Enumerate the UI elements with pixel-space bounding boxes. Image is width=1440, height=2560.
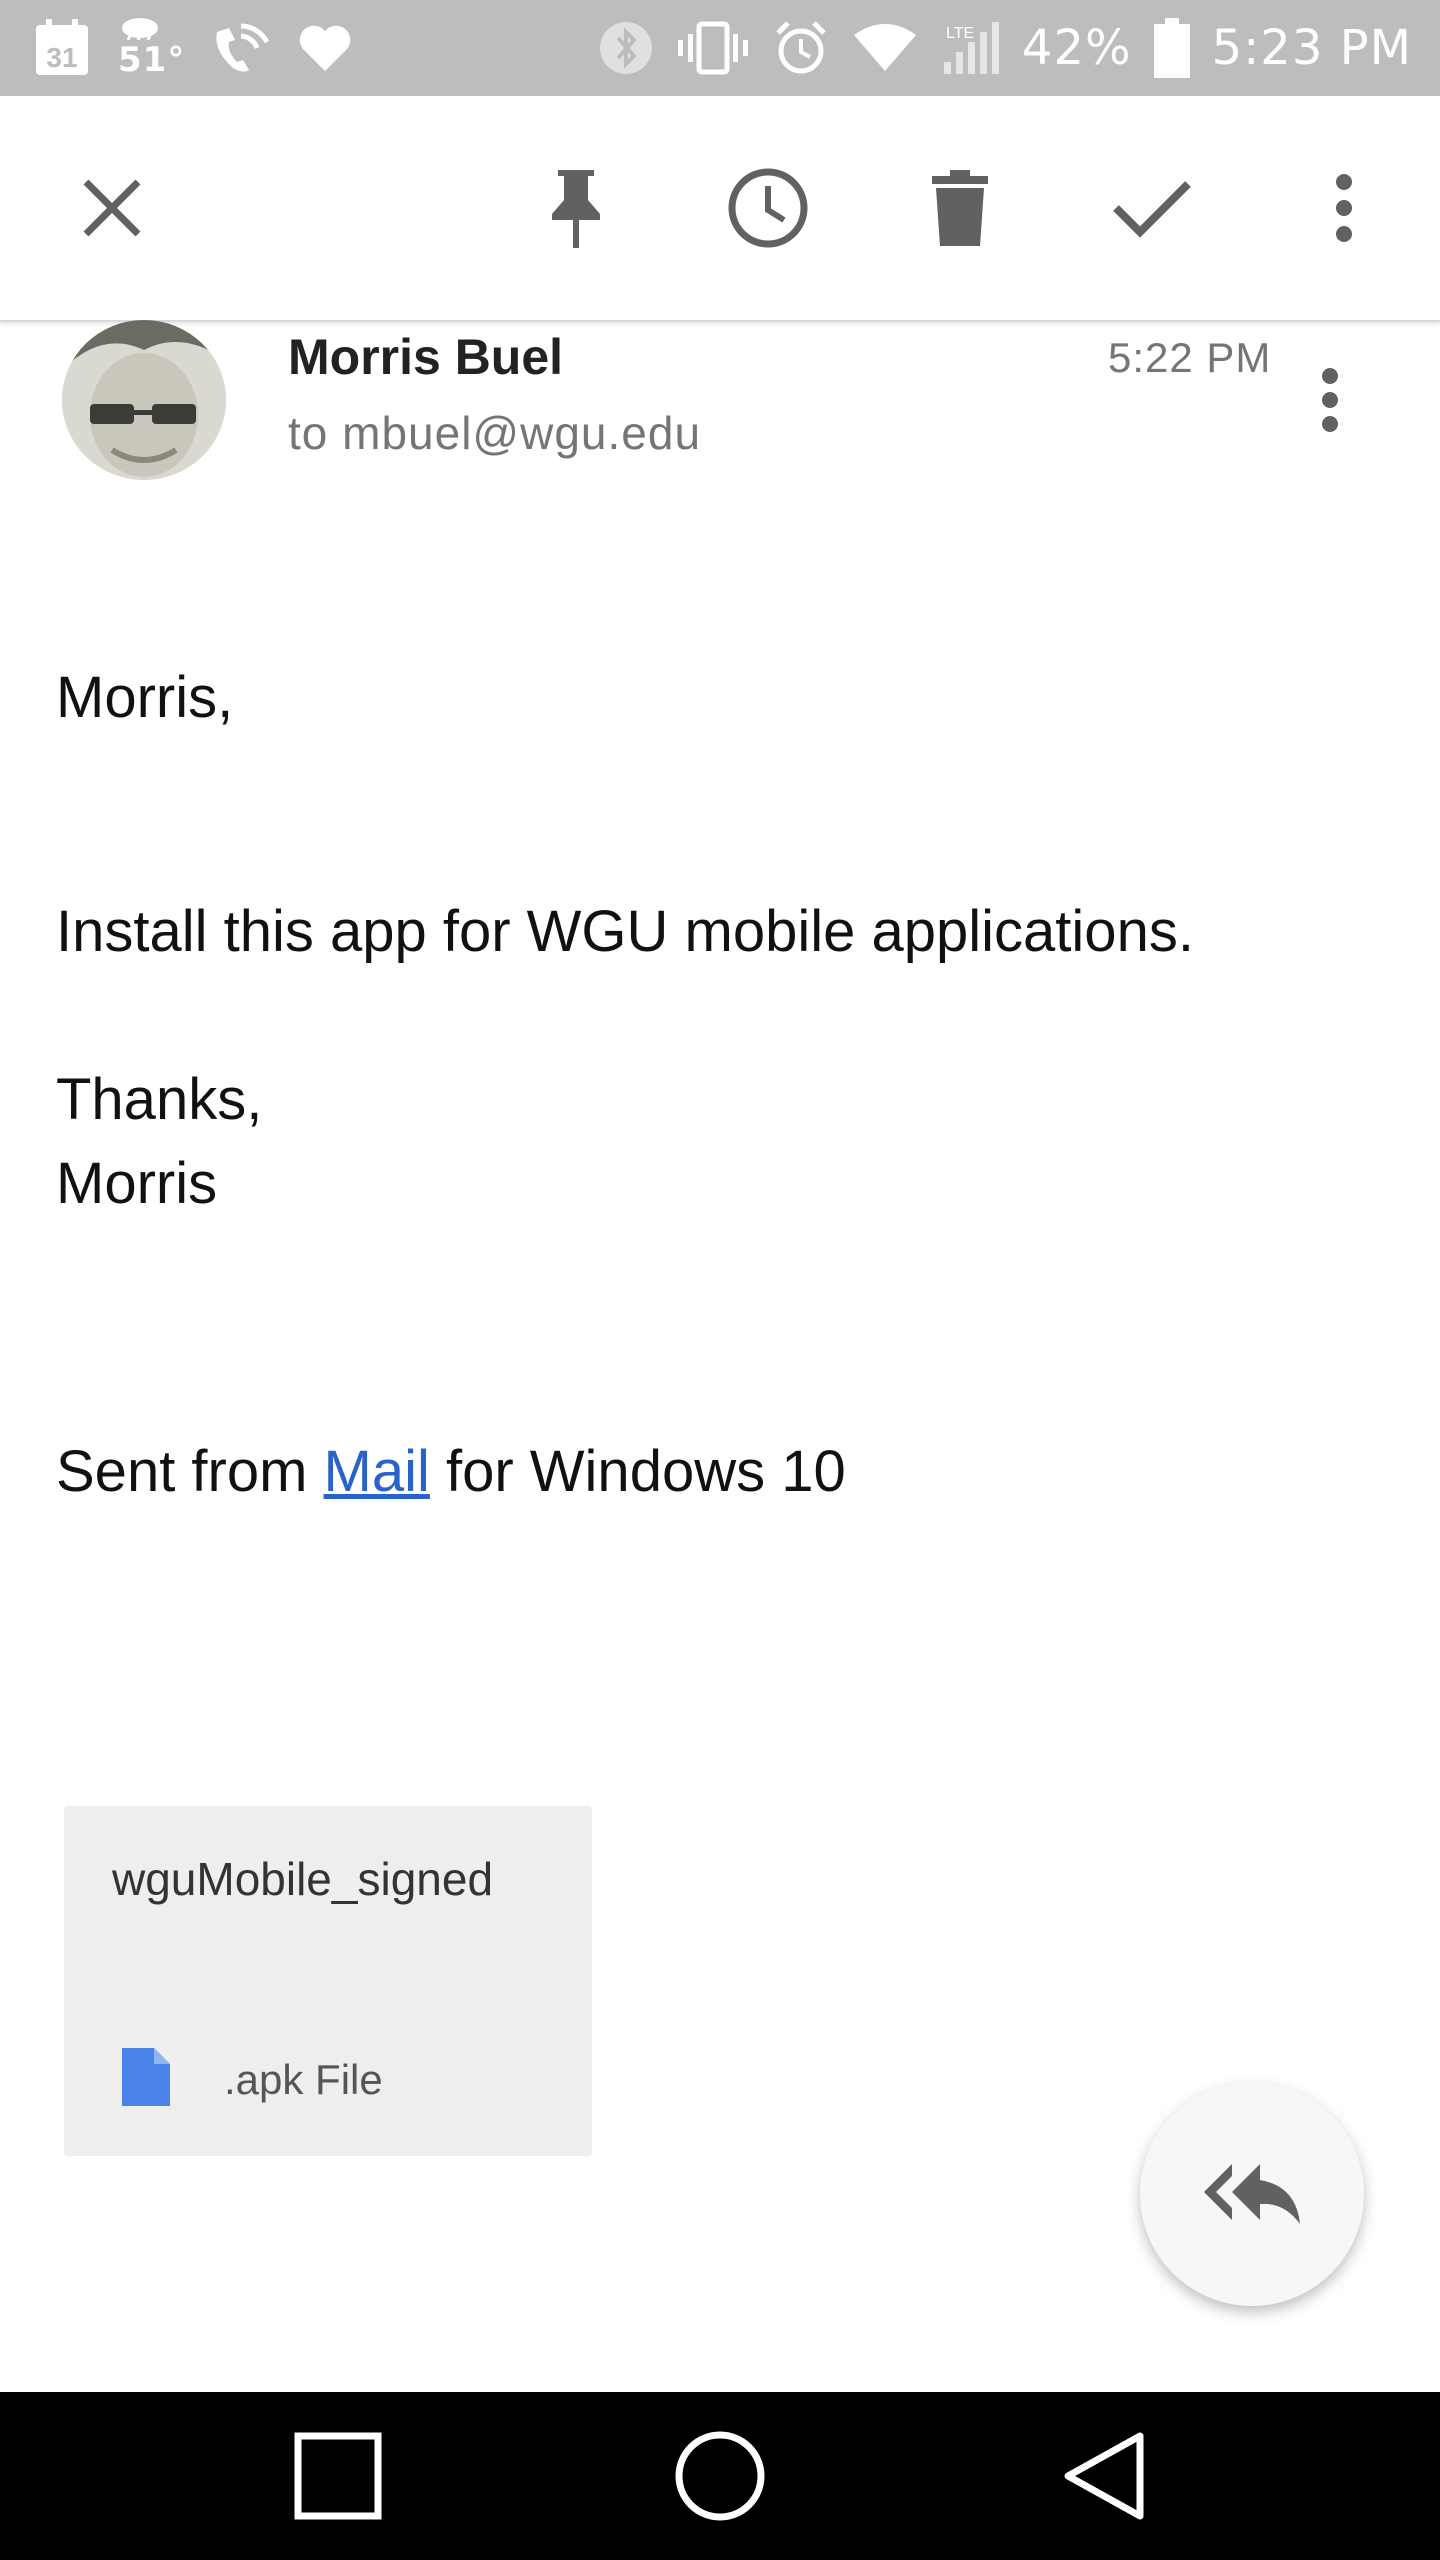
back-icon [1064, 2432, 1144, 2520]
attachment-card[interactable]: wguMobile_signed .apk File [64, 1806, 592, 2156]
status-bar: 31 51° LTE 42% 5:23 PM [0, 0, 1440, 96]
reply-all-icon [1204, 2164, 1300, 2224]
message-line: Install this app for WGU mobile applicat… [56, 899, 1194, 964]
more-options-button[interactable] [1294, 158, 1394, 258]
more-vert-icon [1336, 174, 1352, 242]
close-button[interactable] [62, 158, 162, 258]
alarm-icon [772, 19, 830, 77]
signal-icon: LTE [940, 20, 1000, 76]
reply-all-button[interactable] [1140, 2082, 1364, 2306]
temperature: 51° [118, 40, 186, 80]
pin-icon [552, 170, 600, 248]
svg-text:LTE: LTE [946, 25, 974, 42]
sent-from-line: Sent from Mail for Windows 10 [56, 1438, 846, 1505]
pin-button[interactable] [526, 158, 626, 258]
calendar-day: 31 [46, 42, 77, 73]
more-vert-icon [1322, 368, 1338, 432]
attachment-name: wguMobile_signed [112, 1853, 494, 1905]
snooze-icon [728, 168, 808, 248]
attachment-type: .apk File [224, 2056, 383, 2103]
navigation-bar [0, 2392, 1440, 2560]
message-toolbar [0, 96, 1440, 322]
message-signature: Morris [56, 1151, 218, 1216]
sender-avatar[interactable] [62, 320, 226, 480]
heart-icon [297, 23, 353, 73]
wifi-calling-icon [211, 20, 271, 76]
recents-icon [294, 2432, 382, 2520]
home-button[interactable] [620, 2392, 820, 2560]
recipient-line[interactable]: to mbuel@wgu.edu [288, 406, 701, 460]
wifi-icon [852, 23, 918, 73]
clock: 5:23 PM [1211, 20, 1412, 76]
recents-button[interactable] [238, 2392, 438, 2560]
close-icon [83, 179, 141, 237]
message-signoff: Thanks, [56, 1067, 263, 1132]
bluetooth-icon [598, 20, 654, 76]
back-button[interactable] [1004, 2392, 1204, 2560]
done-button[interactable] [1102, 158, 1202, 258]
message-more-button[interactable] [1300, 360, 1360, 440]
done-icon [1113, 181, 1191, 238]
vibrate-icon [676, 20, 750, 76]
weather-icon: 51° [118, 16, 185, 80]
home-icon [675, 2431, 765, 2521]
delete-icon [932, 170, 988, 246]
mail-link[interactable]: Mail [324, 1439, 430, 1504]
sender-name[interactable]: Morris Buel [288, 328, 563, 386]
file-icon [122, 2048, 170, 2111]
delete-button[interactable] [910, 158, 1010, 258]
battery-icon [1153, 18, 1190, 78]
message-time: 5:22 PM [1108, 334, 1272, 381]
battery-percent: 42% [1021, 20, 1132, 76]
sent-prefix: Sent from [56, 1439, 324, 1504]
snooze-button[interactable] [718, 158, 818, 258]
calendar-icon: 31 [32, 17, 92, 79]
sent-suffix: for Windows 10 [429, 1439, 846, 1504]
message-greeting: Morris, [56, 665, 234, 730]
